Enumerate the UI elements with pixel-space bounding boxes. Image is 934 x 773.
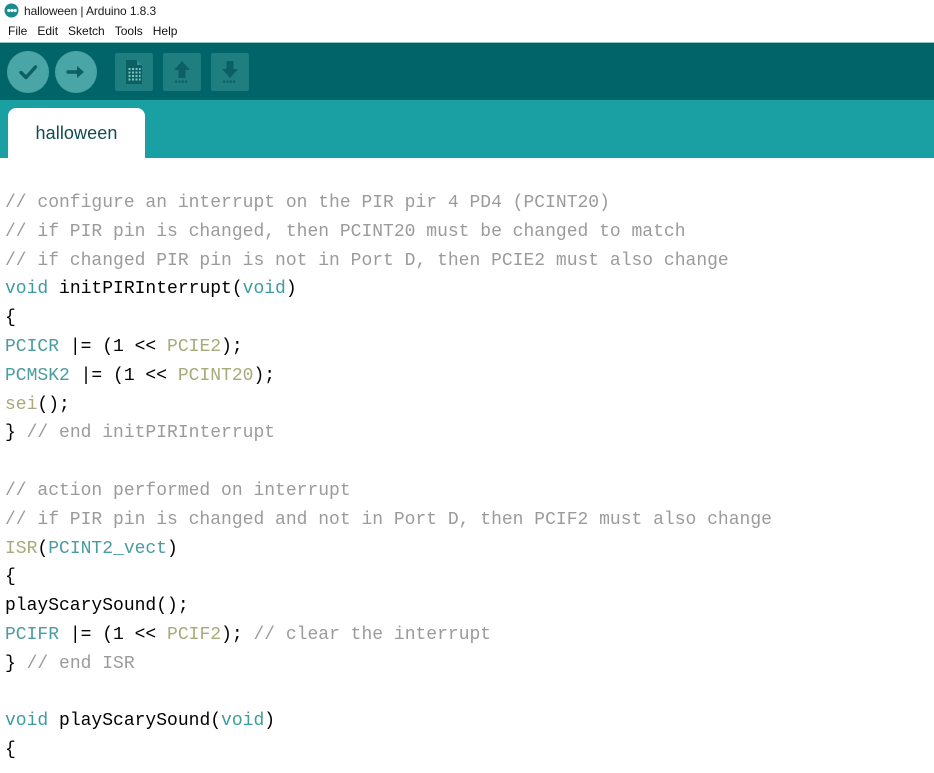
arrow-up-icon — [163, 52, 201, 91]
code-line: // configure an interrupt on the PIR pir… — [5, 189, 934, 218]
code-token-plain: |= (1 << — [59, 336, 168, 357]
code-token-type: PCICR — [5, 336, 60, 357]
code-token-comment: // action performed on interrupt — [5, 480, 351, 501]
code-token-comment: // end ISR — [26, 653, 135, 674]
code-token-plain: ) — [167, 538, 178, 559]
upload-button[interactable] — [54, 50, 98, 94]
code-line: playScarySound(); — [5, 592, 934, 621]
code-line: sei(); — [5, 391, 934, 420]
window-title: halloween | Arduino 1.8.3 — [24, 3, 157, 18]
code-token-lit: sei — [5, 394, 38, 415]
code-line: { — [5, 736, 934, 765]
menu-item-help[interactable]: Help — [148, 22, 183, 40]
code-token-plain: ); — [253, 365, 276, 386]
toolbar — [0, 42, 934, 100]
code-line: } // end ISR — [5, 650, 934, 679]
code-line: } // end initPIRInterrupt — [5, 419, 934, 448]
code-token-plain: |= (1 << — [59, 624, 168, 645]
checkmark-icon — [7, 50, 49, 93]
code-token-comment: // configure an interrupt on the PIR pir… — [5, 193, 610, 213]
code-line: { — [5, 304, 934, 333]
code-line: ISR(PCINT2_vect) — [5, 535, 934, 564]
menu-item-edit[interactable]: Edit — [32, 22, 63, 40]
tab-label: halloween — [35, 122, 118, 143]
arduino-ide-window: halloween | Arduino 1.8.3 File Edit Sket… — [0, 0, 934, 773]
code-token-comment: // clear the interrupt — [253, 624, 492, 645]
tab-bar: halloween — [0, 100, 934, 158]
arrow-right-icon — [55, 50, 97, 93]
code-token-type: PCIFR — [5, 624, 60, 645]
code-line: // if PIR pin is changed, then PCINT20 m… — [5, 218, 934, 247]
code-token-lit: ISR — [5, 538, 38, 559]
code-token-kw: void — [242, 279, 286, 300]
code-line: PCICR |= (1 << PCIE2); — [5, 333, 934, 362]
code-token-plain: { — [5, 567, 16, 588]
code-line: void playScarySound(void) — [5, 707, 934, 736]
code-token-comment: // if changed PIR pin is not in Port D, … — [5, 250, 729, 271]
code-token-plain: playScarySound(); — [5, 596, 189, 617]
new-document-icon — [115, 52, 153, 91]
code-line: { — [5, 563, 934, 592]
code-line: // if changed PIR pin is not in Port D, … — [5, 247, 934, 276]
code-token-kw: void — [5, 711, 49, 732]
code-token-kw: void — [221, 711, 265, 732]
code-line: PCMSK2 |= (1 << PCINT20); — [5, 362, 934, 391]
code-token-type: PCINT2_vect — [48, 538, 168, 559]
code-token-plain: } — [5, 423, 27, 444]
verify-button[interactable] — [6, 50, 50, 94]
code-token-plain: |= (1 << — [69, 365, 178, 386]
code-editor[interactable]: // configure an interrupt on the PIR pir… — [0, 158, 934, 773]
code-token-comment: // if PIR pin is changed and not in Port… — [5, 509, 772, 530]
code-token-plain: { — [5, 308, 16, 329]
code-token-plain: ) — [285, 279, 297, 300]
menu-item-tools[interactable]: Tools — [110, 22, 148, 40]
code-token-plain: initPIRInterrupt( — [48, 279, 243, 300]
save-button[interactable] — [208, 50, 252, 94]
code-token-lit: PCIE2 — [167, 336, 222, 357]
code-text[interactable]: // configure an interrupt on the PIR pir… — [0, 158, 934, 765]
code-token-comment: // end initPIRInterrupt — [26, 423, 276, 444]
code-token-plain: ( — [37, 538, 49, 559]
code-token-lit: PCINT20 — [177, 365, 254, 386]
open-button[interactable] — [160, 50, 204, 94]
code-token-plain: } — [5, 653, 27, 674]
code-line: // action performed on interrupt — [5, 477, 934, 506]
code-token-plain: ); — [221, 336, 243, 357]
code-line: void initPIRInterrupt(void) — [5, 275, 934, 304]
code-token-plain: (); — [37, 394, 70, 415]
code-token-kw: void — [5, 279, 49, 300]
new-button[interactable] — [112, 50, 156, 94]
code-token-comment: // if PIR pin is changed, then PCINT20 m… — [5, 221, 686, 242]
code-line: PCIFR |= (1 << PCIF2); // clear the inte… — [5, 621, 934, 650]
code-token-plain: ) — [264, 711, 276, 732]
code-token-plain: ); — [221, 624, 254, 645]
title-bar: halloween | Arduino 1.8.3 — [0, 0, 934, 21]
menu-bar: File Edit Sketch Tools Help — [0, 21, 934, 41]
code-line: // if PIR pin is changed and not in Port… — [5, 506, 934, 535]
code-token-type: PCMSK2 — [5, 365, 70, 386]
code-token-plain: playScarySound( — [48, 711, 222, 732]
code-token-plain: { — [5, 740, 16, 761]
tab-halloween[interactable]: halloween — [8, 108, 145, 158]
code-token-lit: PCIF2 — [167, 624, 222, 645]
menu-item-file[interactable]: File — [3, 22, 32, 40]
menu-item-sketch[interactable]: Sketch — [63, 22, 110, 40]
arrow-down-icon — [211, 52, 249, 91]
arduino-infinity-icon — [4, 3, 19, 18]
